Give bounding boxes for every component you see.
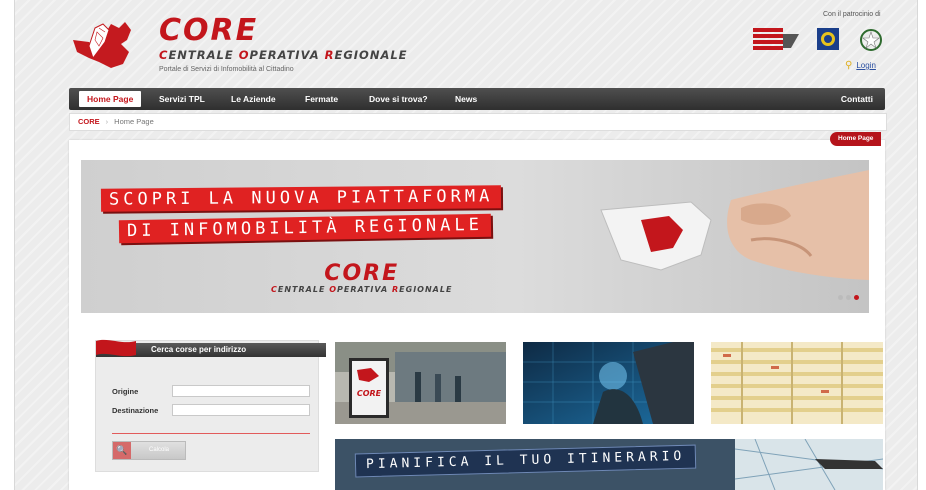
brand-block: CORE CENTRALE OPERATIVA REGIONALE Portal…	[159, 13, 408, 74]
login-area: ⚲ Login	[845, 60, 876, 71]
brand-subtitle: CENTRALE OPERATIVA REGIONALE	[159, 48, 408, 62]
login-link[interactable]: Login	[856, 61, 876, 70]
nav-home-page[interactable]: Home Page	[79, 91, 142, 107]
bus-stop-sign-text: CORE	[357, 389, 382, 398]
timetable-image	[711, 342, 883, 424]
banner-logo-subtitle: CENTRALE OPERATIVA REGIONALE	[271, 285, 453, 294]
nav-le-aziende[interactable]: Le Aziende	[231, 88, 276, 110]
calcola-button[interactable]: 🔍 Calcola	[112, 441, 186, 460]
search-icon: 🔍	[113, 442, 131, 459]
carousel-dots	[835, 287, 859, 305]
page: CORE CENTRALE OPERATIVA REGIONALE Portal…	[14, 0, 918, 490]
carousel-dot[interactable]	[838, 295, 843, 300]
brand-tagline: Portale di Servizi di Infomobilità al Ci…	[159, 66, 294, 73]
brand-name: CORE	[159, 13, 259, 48]
search-panel: Cerca corse per indirizzo Origine Destin…	[95, 339, 326, 472]
banner-line-2: DI INFOMOBILITÀ REGIONALE	[118, 213, 492, 244]
page-tab-label: Home Page	[830, 132, 882, 146]
breadcrumb: CORE › Home Page	[69, 113, 887, 131]
search-panel-title: Cerca corse per indirizzo	[151, 345, 247, 354]
main-nav: Home Page Servizi TPL Le Aziende Fermate…	[69, 88, 885, 110]
banner-line-1: SCOPRI LA NUOVA PIATTAFORMA	[100, 185, 502, 212]
hand-tearing-paper-image	[600, 170, 869, 280]
breadcrumb-separator-icon: ›	[105, 117, 109, 126]
italian-republic-emblem-icon[interactable]	[859, 28, 883, 52]
nav-news[interactable]: News	[455, 88, 477, 110]
timetable-tile[interactable]	[711, 342, 883, 424]
banner-logo: CORE CENTRALE OPERATIVA REGIONALE	[271, 261, 453, 295]
bus-stop-image: CORE	[335, 342, 506, 424]
nav-contatti[interactable]: Contatti	[841, 88, 873, 110]
origin-label: Origine	[112, 387, 139, 396]
nav-dove-si-trova[interactable]: Dove si trova?	[369, 88, 428, 110]
hero-banner[interactable]: SCOPRI LA NUOVA PIATTAFORMA DI INFOMOBIL…	[81, 160, 869, 313]
breadcrumb-home-link[interactable]: CORE	[78, 117, 100, 126]
italy-flag-bars-icon	[753, 28, 799, 50]
destination-input[interactable]	[172, 404, 310, 416]
destination-label: Destinazione	[112, 406, 159, 415]
calabria-map-logo[interactable]	[69, 18, 141, 72]
carousel-dot-active[interactable]	[854, 295, 859, 300]
patrocinio-label: Con il patrocinio di	[823, 11, 881, 18]
bus-stop-tile[interactable]: CORE	[335, 342, 506, 424]
divider	[112, 433, 310, 434]
touchscreen-image	[523, 342, 694, 424]
region-emblem-icon[interactable]	[817, 28, 839, 50]
carousel-dot[interactable]	[846, 295, 851, 300]
touch-screen-tile[interactable]	[523, 342, 694, 424]
origin-input[interactable]	[172, 385, 310, 397]
nav-servizi-tpl[interactable]: Servizi TPL	[159, 88, 205, 110]
plan-route-banner[interactable]: PIANIFICA IL TUO ITINERARIO	[335, 439, 883, 490]
breadcrumb-current: Home Page	[114, 117, 154, 126]
red-ribbon-icon	[96, 339, 136, 357]
key-icon: ⚲	[845, 60, 853, 71]
nav-fermate[interactable]: Fermate	[305, 88, 338, 110]
banner-logo-name: CORE	[324, 261, 400, 286]
